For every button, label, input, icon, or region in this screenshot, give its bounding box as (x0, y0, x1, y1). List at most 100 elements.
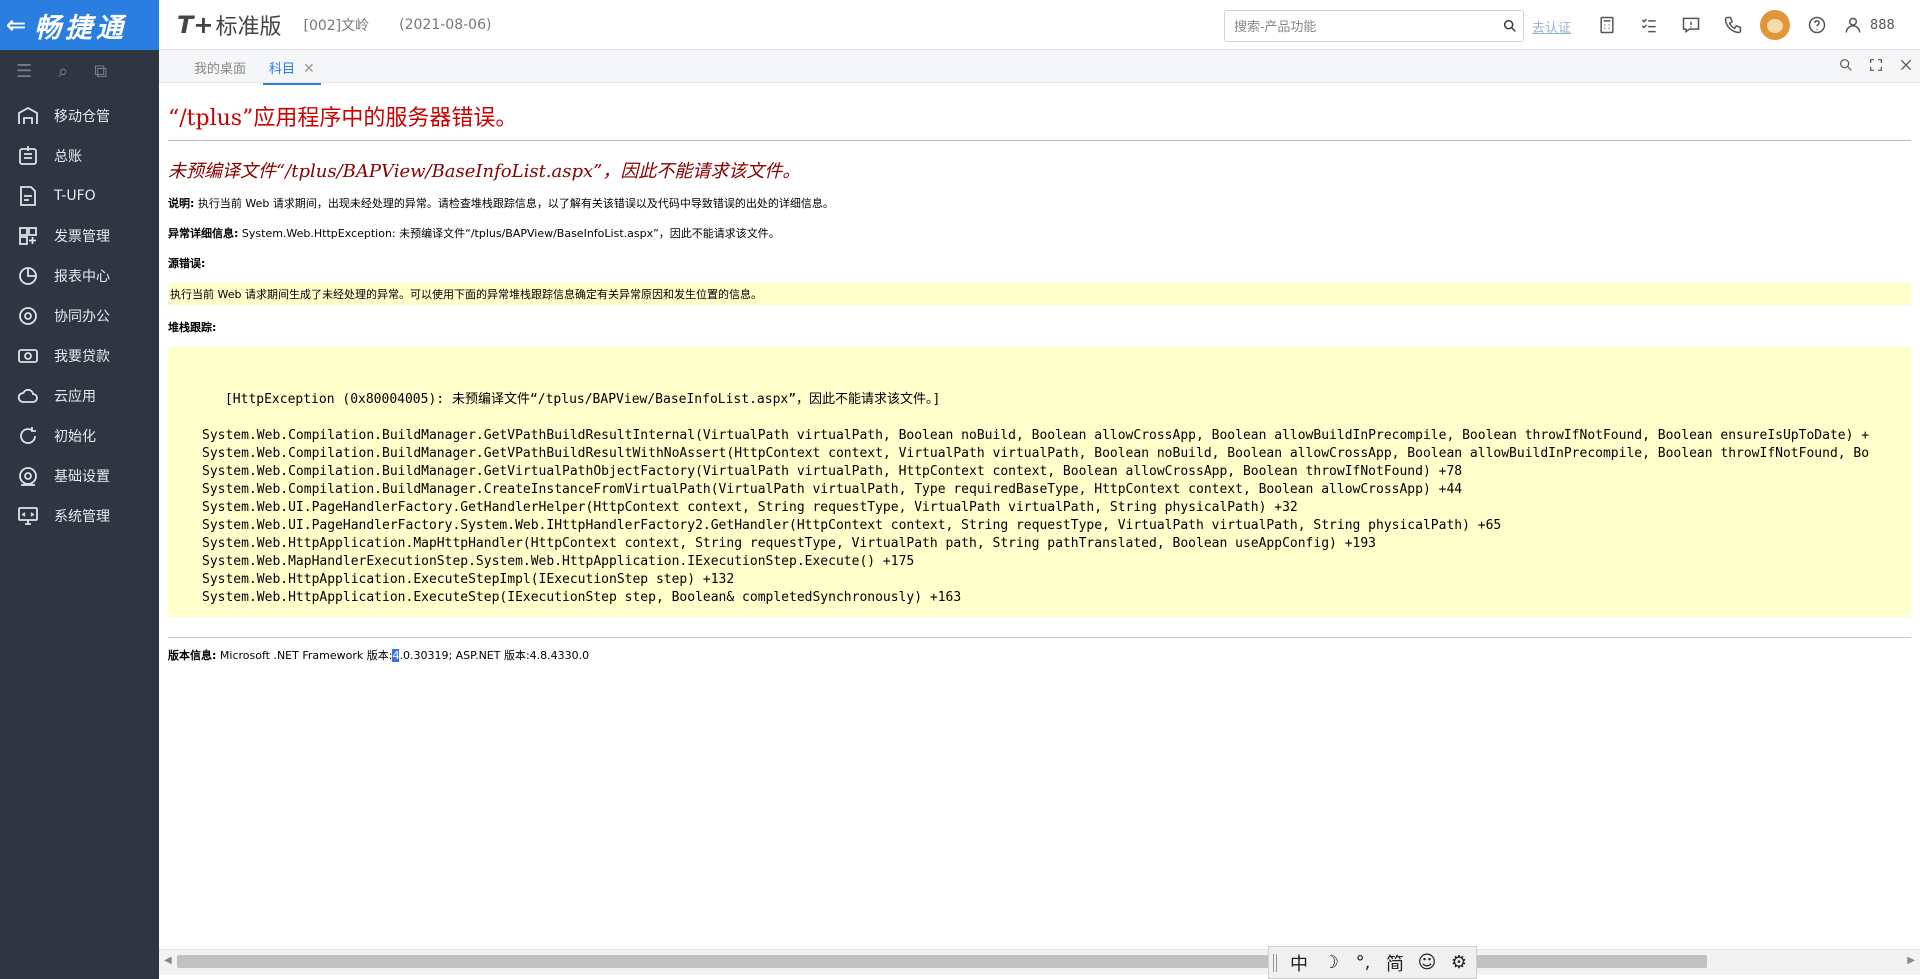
ime-emoji-icon[interactable]: ☺ (1413, 952, 1441, 973)
tab-label: 科目 (269, 62, 296, 77)
phone-icon[interactable] (1712, 0, 1754, 50)
ime-settings-icon[interactable]: ⚙ (1445, 952, 1473, 973)
sidebar-item-label: 云应用 (54, 389, 96, 405)
sidebar-item-label: 总账 (54, 149, 82, 165)
title-divider (168, 140, 1911, 141)
error-description: 说明: 执行当前 Web 请求期间，出现未经处理的异常。请检查堆栈跟踪信息，以了… (168, 195, 1911, 211)
horizontal-scrollbar[interactable]: ◀ ▶ (159, 949, 1920, 975)
stack-line: System.Web.HttpApplication.ExecuteStep(I… (202, 590, 962, 605)
tab-tools (1838, 50, 1914, 83)
mascot-avatar-icon[interactable] (1754, 0, 1796, 50)
top-header: T+ 标准版 [002]文岭 (2021-08-06) 去认证 888 (159, 0, 1920, 50)
source-label: 源错误: (168, 257, 206, 270)
sidebar-menu: 移动仓管 总账 T-UFO 发票管理 报表中心 协同办公 我要贷款 云应用 初始… (0, 96, 159, 536)
scroll-right-arrow-icon[interactable]: ▶ (1907, 955, 1915, 966)
certify-link[interactable]: 去认证 (1532, 17, 1571, 36)
initialize-icon (14, 423, 42, 449)
tab-account-subjects[interactable]: 科目 ✕ (263, 58, 321, 85)
version-label: 版本信息: (168, 649, 217, 662)
stack-trace-label: 堆栈跟踪: (168, 319, 1911, 335)
product-edition: 标准版 (215, 14, 282, 40)
sidebar-item-label: 发票管理 (54, 229, 110, 245)
sidebar-item-label: 协同办公 (54, 309, 110, 325)
cloud-icon (14, 383, 42, 409)
sidebar-item-mobile-warehouse[interactable]: 移动仓管 (0, 96, 159, 136)
mobile-warehouse-icon (14, 103, 42, 129)
scroll-left-arrow-icon[interactable]: ◀ (164, 955, 172, 966)
tab-search-icon[interactable] (1838, 57, 1854, 77)
stack-line: System.Web.HttpApplication.ExecuteStepIm… (202, 572, 735, 587)
ime-simplified[interactable]: 简 (1381, 950, 1409, 976)
pin-panel-icon[interactable]: ⧉ (94, 61, 107, 82)
collaboration-icon (14, 303, 42, 329)
sidebar-item-general-ledger[interactable]: 总账 (0, 136, 159, 176)
account-name: [002]文岭 (303, 17, 370, 34)
sidebar-item-cloud-apps[interactable]: 云应用 (0, 376, 159, 416)
sidebar-item-label: 系统管理 (54, 509, 110, 525)
logo-bar: ⇐ 畅捷通 (0, 0, 159, 50)
message-icon[interactable] (1670, 0, 1712, 50)
help-icon[interactable] (1796, 0, 1838, 50)
scrollbar-thumb[interactable] (177, 955, 1707, 968)
stack-head: [HttpException (0x80004005): 未预编译文件“/tpl… (224, 392, 941, 407)
version-divider (168, 637, 1911, 638)
sidebar-item-initialize[interactable]: 初始化 (0, 416, 159, 456)
sidebar-item-basic-settings[interactable]: 基础设置 (0, 456, 159, 496)
ime-drag-handle[interactable] (1273, 953, 1277, 972)
ledger-icon (14, 143, 42, 169)
tab-my-desktop[interactable]: 我的桌面 (194, 58, 246, 77)
header-toolbar: 888 (1586, 0, 1895, 50)
version-info: 版本信息: Microsoft .NET Framework 版本:4.0.30… (168, 647, 1911, 663)
stack-line: System.Web.Compilation.BuildManager.GetV… (202, 464, 1463, 479)
stack-line: System.Web.HttpApplication.MapHttpHandle… (202, 536, 1376, 551)
back-arrow-icon[interactable]: ⇐ (6, 11, 28, 39)
task-list-icon[interactable] (1628, 0, 1670, 50)
invoice-icon (14, 223, 42, 249)
ime-moon-icon[interactable]: ☽ (1317, 952, 1345, 973)
ime-punctuation[interactable]: °, (1349, 952, 1377, 973)
error-subtitle: 未预编译文件“/tplus/BAPView/BaseInfoList.aspx”… (168, 161, 801, 182)
close-all-icon[interactable] (1898, 57, 1914, 77)
sidebar-item-collaboration[interactable]: 协同办公 (0, 296, 159, 336)
sidebar-item-label: 报表中心 (54, 269, 110, 285)
stack-line: System.Web.Compilation.BuildManager.GetV… (202, 446, 1870, 461)
sidebar: ⇐ 畅捷通 ☰ ⌕ ⧉ 移动仓管 总账 T-UFO 发票管理 报表中心 协同办公… (0, 0, 159, 979)
sidebar-tools: ☰ ⌕ ⧉ (0, 50, 159, 92)
product-search (1224, 10, 1524, 42)
brand-logo: 畅捷通 (34, 12, 127, 44)
description-text: 执行当前 Web 请求期间，出现未经处理的异常。请检查堆栈跟踪信息，以了解有关该… (194, 197, 834, 210)
sidebar-item-t-ufo[interactable]: T-UFO (0, 176, 159, 216)
sidebar-item-report-center[interactable]: 报表中心 (0, 256, 159, 296)
search-panel-icon[interactable]: ⌕ (58, 61, 68, 82)
sidebar-item-system-admin[interactable]: 系统管理 (0, 496, 159, 536)
ime-chinese-mode[interactable]: 中 (1285, 950, 1313, 976)
stack-line: System.Web.Compilation.BuildManager.GetV… (202, 428, 1870, 443)
sidebar-item-label: 基础设置 (54, 469, 110, 485)
version-pre: Microsoft .NET Framework 版本: (216, 649, 393, 662)
sidebar-item-label: 初始化 (54, 429, 96, 445)
sidebar-item-invoice[interactable]: 发票管理 (0, 216, 159, 256)
details-label: 异常详细信息: (168, 227, 239, 240)
user-count: 888 (1870, 17, 1895, 33)
tab-close-icon[interactable]: ✕ (303, 61, 315, 77)
report-pie-icon (14, 263, 42, 289)
loan-icon (14, 343, 42, 369)
source-error-box: 执行当前 Web 请求期间生成了未经处理的异常。可以使用下面的异常堆栈跟踪信息确… (168, 283, 1911, 305)
menu-toggle-icon[interactable]: ☰ (16, 61, 32, 82)
sidebar-item-loan[interactable]: 我要贷款 (0, 336, 159, 376)
calculator-icon[interactable] (1586, 0, 1628, 50)
sidebar-item-label: 我要贷款 (54, 349, 110, 365)
login-date: (2021-08-06) (399, 16, 492, 33)
sidebar-item-label: 移动仓管 (54, 109, 110, 125)
fullscreen-icon[interactable] (1868, 57, 1884, 77)
product-logo: T+ 标准版 (177, 9, 282, 41)
stack-trace-box: [HttpException (0x80004005): 未预编译文件“/tpl… (168, 347, 1911, 617)
exception-details: 异常详细信息: System.Web.HttpException: 未预编译文件… (168, 225, 1911, 241)
ime-toolbar: 中 ☽ °, 简 ☺ ⚙ (1268, 946, 1477, 979)
ufo-report-icon (14, 183, 42, 209)
search-input[interactable] (1225, 12, 1497, 40)
user-icon[interactable] (1838, 0, 1868, 50)
system-admin-icon (14, 503, 42, 529)
basic-settings-icon (14, 463, 42, 489)
search-icon[interactable] (1497, 18, 1523, 34)
